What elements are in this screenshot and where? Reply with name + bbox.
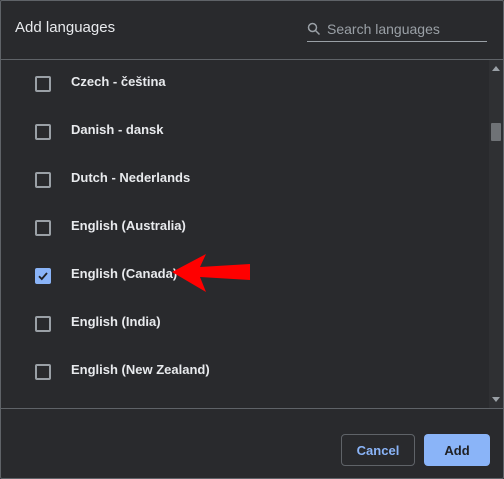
language-label: English (Canada) <box>71 266 178 281</box>
language-checkbox[interactable] <box>35 316 51 332</box>
search-icon <box>307 22 321 36</box>
annotation-arrow-icon <box>172 254 250 292</box>
language-checkbox[interactable] <box>35 124 51 140</box>
language-label: Dutch - Nederlands <box>71 170 191 185</box>
dialog-header: Add languages <box>1 1 503 59</box>
cancel-button[interactable]: Cancel <box>341 434 415 466</box>
add-button[interactable]: Add <box>424 434 490 466</box>
language-list: Czech - čeština Danish - dansk Dutch - N… <box>1 60 489 408</box>
checkmark-icon <box>38 272 48 281</box>
search-box[interactable] <box>307 19 487 42</box>
dialog-title: Add languages <box>15 19 116 36</box>
language-label: English (India) <box>71 314 161 329</box>
language-checkbox[interactable] <box>35 364 51 380</box>
add-languages-dialog: Add languages Czech - čeština Danish - d… <box>0 0 504 479</box>
language-item-dutch[interactable]: Dutch - Nederlands <box>1 156 489 204</box>
language-label: English (New Zealand) <box>71 362 210 377</box>
language-item-english-new-zealand[interactable]: English (New Zealand) <box>1 348 489 396</box>
scroll-thumb[interactable] <box>491 123 501 141</box>
search-input[interactable] <box>327 19 485 39</box>
language-item-danish[interactable]: Danish - dansk <box>1 108 489 156</box>
list-scrollbar[interactable] <box>489 60 503 408</box>
scroll-down-arrow-icon[interactable] <box>492 397 500 402</box>
language-checkbox-checked[interactable] <box>35 268 51 284</box>
language-label: English (Australia) <box>71 218 186 233</box>
language-item-english-australia[interactable]: English (Australia) <box>1 204 489 252</box>
scroll-up-arrow-icon[interactable] <box>492 66 500 71</box>
footer-divider <box>1 408 503 409</box>
language-checkbox[interactable] <box>35 172 51 188</box>
language-checkbox[interactable] <box>35 76 51 92</box>
language-label: Czech - čeština <box>71 74 166 89</box>
language-checkbox[interactable] <box>35 220 51 236</box>
language-item-czech[interactable]: Czech - čeština <box>1 60 489 108</box>
language-label: Danish - dansk <box>71 122 164 137</box>
language-item-english-india[interactable]: English (India) <box>1 300 489 348</box>
